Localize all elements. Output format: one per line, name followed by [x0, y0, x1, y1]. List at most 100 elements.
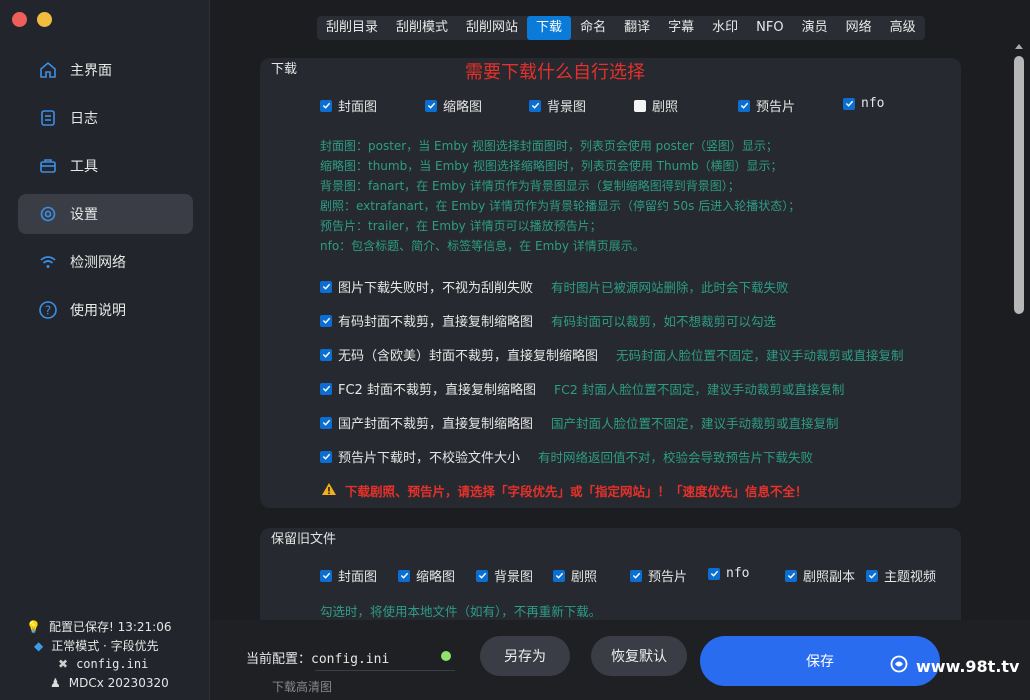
- desc-thumb: 缩略图：thumb，当 Emby 视图选择缩略图时，列表页会使用 Thumb（横…: [320, 159, 783, 173]
- scrollbar[interactable]: [1012, 40, 1026, 700]
- sidebar-item-home[interactable]: 主界面: [18, 50, 193, 90]
- tab-nfo[interactable]: NFO: [747, 16, 792, 40]
- tab-advanced[interactable]: 高级: [881, 16, 925, 40]
- keep-checkbox-theme-video[interactable]: 主题视频: [866, 566, 936, 585]
- sidebar-item-network[interactable]: 检测网络: [18, 242, 193, 282]
- tab-subtitle[interactable]: 字幕: [659, 16, 703, 40]
- scrollbar-thumb[interactable]: [1014, 56, 1024, 314]
- sidebar: 主界面 日志 工具 设置 检测网络 ? 使用说明 💡 配置已保存! 13:21:…: [0, 0, 210, 700]
- check-icon: [398, 569, 410, 582]
- config-field-underline: [315, 670, 455, 671]
- check-icon: [320, 416, 332, 429]
- setting-domestic-no-crop[interactable]: 国产封面不裁剪，直接复制缩略图 国产封面人脸位置不固定，建议手动裁剪或直接复制: [320, 413, 839, 432]
- saved-status: 配置已保存! 13:21:06: [48, 620, 172, 634]
- sidebar-item-label: 日志: [70, 111, 98, 127]
- toolbox-icon: [38, 156, 58, 176]
- sidebar-item-settings[interactable]: 设置: [18, 194, 193, 234]
- checkbox-thumb[interactable]: 缩略图: [425, 96, 482, 115]
- keep-checkbox-poster[interactable]: 封面图: [320, 566, 377, 585]
- tab-download[interactable]: 下载: [527, 16, 572, 40]
- hidden-section-label: 下载高清图: [272, 680, 333, 694]
- save-as-button[interactable]: 另存为: [480, 636, 570, 676]
- diamond-icon: ◆: [34, 638, 44, 653]
- setting-note: 无码封面人脸位置不固定，建议手动裁剪或直接复制: [616, 348, 904, 363]
- check-icon: [843, 97, 855, 110]
- setting-trailer-no-size-check[interactable]: 预告片下载时，不校验文件大小 有时网络返回值不对，校验会导致预告片下载失败: [320, 447, 813, 466]
- checkbox-label: 主题视频: [884, 570, 937, 585]
- sidebar-item-help[interactable]: ? 使用说明: [18, 290, 193, 330]
- checkbox-label: 缩略图: [416, 570, 456, 585]
- keep-checkbox-thumb[interactable]: 缩略图: [398, 566, 455, 585]
- close-window-button[interactable]: [12, 12, 27, 27]
- keep-checkbox-fanart[interactable]: 背景图: [476, 566, 533, 585]
- window-controls: [12, 12, 52, 27]
- sidebar-item-label: 检测网络: [70, 255, 126, 271]
- tab-actor[interactable]: 演员: [793, 16, 837, 40]
- log-icon: [38, 108, 58, 128]
- lightbulb-icon: 💡: [26, 620, 41, 634]
- status-area: 💡 配置已保存! 13:21:06 ◆ 正常模式 · 字段优先 ✖ config.in…: [26, 618, 171, 692]
- desc-extrafanart: 剧照：extrafanart，在 Emby 详情页作为背景轮播显示（停留约 50…: [320, 199, 801, 213]
- current-config: 当前配置：config.ini: [246, 648, 389, 667]
- keep-checkbox-extrafanart[interactable]: 剧照: [553, 566, 597, 585]
- tab-scrape-mode[interactable]: 刮削模式: [387, 16, 457, 40]
- check-icon: [320, 569, 332, 582]
- setting-ignore-image-fail[interactable]: 图片下载失败时，不视为刮削失败 有时图片已被源网站删除，此时会下载失败: [320, 277, 789, 296]
- settings-icon: [38, 204, 58, 224]
- checkbox-label: 预告片: [756, 100, 796, 115]
- setting-label: FC2 封面不裁剪，直接复制缩略图: [338, 383, 536, 398]
- tab-network[interactable]: 网络: [837, 16, 881, 40]
- checkbox-label: 封面图: [338, 570, 378, 585]
- warning-icon: [321, 482, 337, 499]
- setting-note: 有时网络返回值不对，校验会导致预告片下载失败: [538, 450, 814, 465]
- setting-fc2-no-crop[interactable]: FC2 封面不裁剪，直接复制缩略图 FC2 封面人脸位置不固定，建议手动裁剪或直…: [320, 379, 844, 398]
- setting-label: 有码封面不裁剪，直接复制缩略图: [338, 315, 534, 330]
- home-icon: [38, 60, 58, 80]
- warning-text: 下载剧照、预告片，请选择「字段优先」或「指定网站」！「速度优先」信息不全！: [345, 484, 808, 499]
- checkbox-fanart[interactable]: 背景图: [529, 96, 586, 115]
- tab-naming[interactable]: 命名: [571, 16, 615, 40]
- checkbox-nfo[interactable]: nfo: [843, 96, 884, 111]
- sidebar-item-tools[interactable]: 工具: [18, 146, 193, 186]
- keep-checkbox-extrafanart-copy[interactable]: 剧照副本: [785, 566, 855, 585]
- watermark-logo-icon: [890, 655, 908, 677]
- download-panel-title: 下载: [271, 62, 298, 77]
- checkbox-label: 背景图: [547, 100, 587, 115]
- config-status: config.ini: [76, 657, 149, 671]
- sidebar-item-log[interactable]: 日志: [18, 98, 193, 138]
- check-icon: [738, 99, 750, 112]
- sidebar-item-label: 设置: [70, 207, 98, 223]
- checkbox-label: 剧照副本: [803, 570, 856, 585]
- keep-checkbox-nfo[interactable]: nfo: [708, 566, 749, 581]
- sidebar-nav: 主界面 日志 工具 设置 检测网络 ? 使用说明: [18, 50, 193, 338]
- setting-censored-no-crop[interactable]: 有码封面不裁剪，直接复制缩略图 有码封面可以裁剪，如不想裁剪可以勾选: [320, 311, 776, 330]
- mascot-icon: ♟: [50, 675, 61, 690]
- minimize-window-button[interactable]: [37, 12, 52, 27]
- current-config-label: 当前配置：: [246, 652, 312, 667]
- checkbox-extrafanart[interactable]: 剧照: [634, 96, 678, 115]
- tab-scrape-site[interactable]: 刮削网站: [457, 16, 527, 40]
- tools-icon: ✖: [58, 657, 69, 671]
- current-config-value[interactable]: config.ini: [311, 652, 389, 667]
- tab-watermark[interactable]: 水印: [703, 16, 747, 40]
- check-icon: [553, 569, 565, 582]
- tab-translate[interactable]: 翻译: [615, 16, 659, 40]
- scroll-up-icon[interactable]: [1015, 44, 1023, 49]
- tab-scrape-dir[interactable]: 刮削目录: [317, 16, 387, 40]
- config-status-dot: [441, 651, 451, 661]
- setting-uncensored-no-crop[interactable]: 无码（含欧美）封面不裁剪，直接复制缩略图 无码封面人脸位置不固定，建议手动裁剪或…: [320, 345, 904, 364]
- checkbox-label: 缩略图: [443, 100, 483, 115]
- download-warning: 下载剧照、预告片，请选择「字段优先」或「指定网站」！「速度优先」信息不全！: [321, 481, 808, 500]
- checkbox-poster[interactable]: 封面图: [320, 96, 377, 115]
- restore-default-button[interactable]: 恢复默认: [591, 636, 687, 676]
- setting-label: 国产封面不裁剪，直接复制缩略图: [338, 417, 534, 432]
- checkbox-label: 剧照: [652, 100, 679, 115]
- desc-nfo: nfo：包含标题、简介、标签等信息，在 Emby 详情页展示。: [320, 239, 645, 253]
- setting-note: FC2 封面人脸位置不固定，建议手动裁剪或直接复制: [553, 382, 845, 397]
- checkbox-trailer[interactable]: 预告片: [738, 96, 795, 115]
- settings-tabs: 刮削目录 刮削模式 刮削网站 下载 命名 翻译 字幕 水印 NFO 演员 网络 …: [317, 16, 925, 40]
- help-icon: ?: [38, 300, 58, 320]
- keep-old-desc: 勾选时，将使用本地文件（如有），不再重新下载。: [320, 604, 602, 619]
- keep-checkbox-trailer[interactable]: 预告片: [630, 566, 687, 585]
- check-icon: [320, 99, 332, 112]
